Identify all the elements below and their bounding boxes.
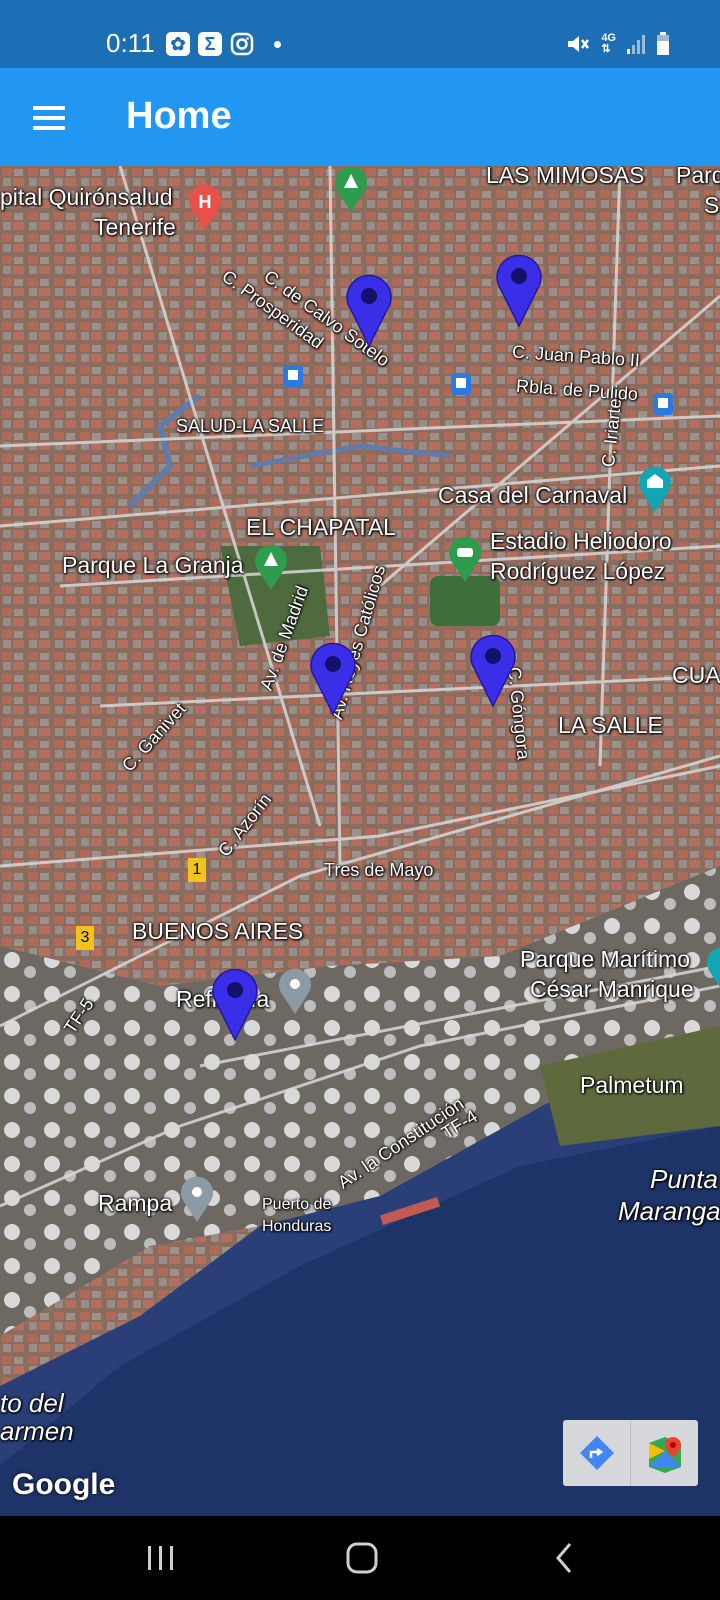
- place-icon[interactable]: [178, 1176, 216, 1224]
- google-logo: Google: [12, 1468, 116, 1501]
- map-toolbar: [563, 1420, 698, 1486]
- app-bar: Home: [0, 68, 720, 166]
- sigma-icon: Σ: [198, 32, 222, 56]
- place-icon[interactable]: [704, 946, 720, 994]
- map-label: SALUD-LA SALLE: [176, 416, 325, 436]
- notification-dot: [274, 40, 281, 48]
- map-label: Parq: [676, 166, 720, 188]
- map-label: to del: [0, 1388, 64, 1418]
- hospital-badge: H: [199, 192, 212, 212]
- map-label: Tres de Mayo: [324, 860, 434, 880]
- road-number-badge: 3: [76, 926, 94, 950]
- map-label: Casa del Carnaval: [438, 482, 628, 508]
- map-label: EL CHAPATAL: [246, 514, 396, 540]
- road-number-badge: 1: [188, 858, 206, 882]
- bus-stop-icon[interactable]: [652, 392, 674, 416]
- page-title: Home: [126, 95, 232, 137]
- signal-icon: [627, 35, 645, 54]
- mute-icon: [568, 36, 590, 52]
- map-label: César Manrique: [530, 976, 694, 1002]
- map-label: Palmetum: [580, 1072, 684, 1098]
- map-label: Puerto de: [262, 1196, 332, 1213]
- status-bar: 0:11 ✿ Σ 4G ⇅: [0, 0, 720, 68]
- map-marker[interactable]: [308, 640, 358, 716]
- bus-stop-icon[interactable]: [282, 364, 304, 388]
- map-label: BUENOS AIRES: [132, 918, 304, 944]
- google-maps-icon[interactable]: [630, 1420, 698, 1486]
- map-marker[interactable]: [210, 966, 260, 1042]
- map-label: Parque La Granja: [62, 552, 244, 578]
- hospital-icon[interactable]: H: [186, 184, 224, 232]
- map-label: Parque Marítimo: [520, 946, 691, 972]
- map-label: armen: [0, 1416, 74, 1446]
- park-icon[interactable]: [332, 166, 370, 214]
- map-label: pital Quirónsalud: [0, 184, 173, 210]
- home-button[interactable]: [332, 1536, 392, 1580]
- stadium-icon[interactable]: [446, 536, 484, 584]
- map-label: LAS MIMOSAS: [486, 166, 645, 188]
- back-button[interactable]: [534, 1536, 594, 1580]
- bus-stop-icon[interactable]: [450, 372, 472, 396]
- recents-button[interactable]: [130, 1536, 190, 1580]
- map-label: Rodríguez López: [490, 558, 666, 584]
- museum-icon[interactable]: [636, 466, 674, 514]
- instagram-icon: [230, 32, 254, 56]
- data-arrows: ⇅: [601, 43, 611, 55]
- hamburger-menu-icon[interactable]: [22, 94, 70, 142]
- app-icon: ✿: [166, 32, 190, 56]
- battery-icon: [657, 32, 669, 55]
- map-marker[interactable]: [344, 272, 394, 348]
- 4g-icon: 4G ⇅: [601, 33, 616, 55]
- status-left-icons: ✿ Σ: [166, 32, 281, 56]
- map-label: Tenerife: [94, 214, 176, 240]
- map-view[interactable]: H 1 3 pital Quirónsalud Tenerife LAS MIM…: [0, 166, 720, 1516]
- park-icon[interactable]: [252, 544, 290, 592]
- map-label: CUA: [672, 662, 720, 688]
- map-label: S: [704, 192, 720, 218]
- status-time: 0:11: [106, 28, 155, 58]
- place-icon[interactable]: [276, 968, 314, 1016]
- status-right-icons: 4G ⇅: [565, 32, 670, 56]
- map-label: Maranga: [618, 1196, 720, 1226]
- map-label: Punta: [650, 1164, 718, 1194]
- system-nav-bar: [0, 1516, 720, 1600]
- map-marker[interactable]: [468, 632, 518, 708]
- map-marker[interactable]: [494, 252, 544, 328]
- map-label: Estadio Heliodoro: [490, 528, 672, 554]
- directions-icon[interactable]: [563, 1420, 630, 1486]
- map-label: LA SALLE: [558, 712, 663, 738]
- map-label: Rampa: [98, 1190, 173, 1216]
- map-label: Honduras: [262, 1218, 332, 1235]
